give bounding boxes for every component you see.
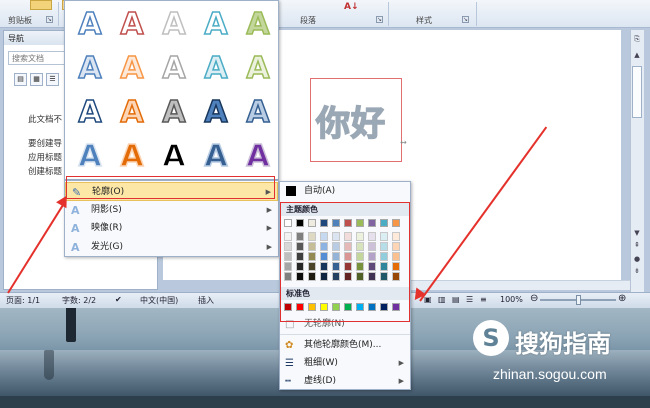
next-page-icon[interactable]: ⇟ <box>631 266 643 276</box>
person-silhouette <box>66 302 76 342</box>
more-colors-item[interactable]: ✿ 其他轮廓颜色(M)... <box>280 336 410 355</box>
wordart-style-option[interactable]: A <box>70 93 110 133</box>
paste-icon[interactable] <box>30 0 52 10</box>
status-language[interactable]: 中文(中国) <box>140 295 178 306</box>
wordart-gallery: AAAAAAAAAAAAAAAAAAAA <box>64 0 279 180</box>
wordart-style-option[interactable]: A <box>70 137 110 177</box>
auto-color-swatch <box>286 186 296 196</box>
wordart-style-option[interactable]: A <box>238 137 278 177</box>
ribbon-group-paragraph: 段落 <box>300 16 316 25</box>
wordart-style-option[interactable]: A <box>196 49 236 89</box>
menu-item-label: 发光(G) <box>91 242 123 252</box>
sogou-logo-icon: S <box>473 320 509 356</box>
nav-text-line: 此文档不 <box>28 115 63 125</box>
chevron-right-icon: ▶ <box>398 359 404 367</box>
nav-tab-headings-icon[interactable]: ▤ <box>14 73 27 86</box>
ribbon-group-clipboard: 剪贴板 <box>8 16 32 25</box>
prev-page-icon[interactable]: ⇞ <box>631 240 643 250</box>
wordart-style-option[interactable]: A <box>154 5 194 45</box>
zoom-slider-thumb[interactable] <box>576 295 581 305</box>
wordart-style-option[interactable]: A <box>196 5 236 45</box>
zoom-level[interactable]: 100% <box>500 295 523 304</box>
zoom-in-icon[interactable]: ⊕ <box>618 293 626 304</box>
ribbon-group-styles: 样式 <box>416 16 432 25</box>
wordart-style-option[interactable]: A <box>238 49 278 89</box>
weight-item[interactable]: ☰ 粗细(W) ▶ <box>280 354 410 373</box>
nav-tab-pages-icon[interactable]: ▦ <box>30 73 43 86</box>
ribbon-separator <box>476 2 477 26</box>
view-print-layout-icon[interactable]: ▣ <box>424 295 432 304</box>
dashes-item[interactable]: ┅ 虚线(D) ▶ <box>280 372 410 391</box>
wordart-style-option[interactable]: A <box>70 49 110 89</box>
watermark-title: 搜狗指南 <box>515 330 611 358</box>
sort-icon[interactable]: A↓ <box>344 2 359 12</box>
chevron-right-icon: ▶ <box>266 243 272 251</box>
wordart-style-option[interactable]: A <box>154 93 194 133</box>
person-reflection <box>44 350 54 380</box>
wordart-style-option[interactable]: A <box>238 5 278 45</box>
wordart-style-option[interactable]: A <box>112 93 152 133</box>
highlight-color-grid <box>280 202 410 322</box>
weight-label: 粗细(W) <box>304 358 338 368</box>
scroll-up-icon[interactable]: ▲ <box>631 50 643 60</box>
view-draft-icon[interactable]: ≡ <box>480 295 487 304</box>
wordart-style-option[interactable]: A <box>154 49 194 89</box>
ribbon-separator <box>58 2 59 26</box>
status-page[interactable]: 页面: 1/1 <box>6 295 40 306</box>
nav-text-line: 应用标题 <box>28 153 63 163</box>
reflection-a-icon: A <box>71 222 80 235</box>
wordart-style-option[interactable]: A <box>196 93 236 133</box>
menu-item-shadow[interactable]: A 阴影(S) ▶ <box>65 201 278 220</box>
scroll-thumb[interactable] <box>632 66 642 118</box>
paragraph-launcher-icon[interactable]: ↘ <box>376 16 383 23</box>
dash-style-icon: ┅ <box>285 376 292 387</box>
highlight-outline-item <box>66 176 275 199</box>
dashes-label: 虚线(D) <box>304 376 336 386</box>
shadow-a-icon: A <box>71 204 80 217</box>
zoom-out-icon[interactable]: ⊖ <box>530 293 538 304</box>
line-weight-icon: ☰ <box>285 358 294 369</box>
wordart-style-option[interactable]: A <box>196 137 236 177</box>
shore <box>0 396 650 408</box>
menu-item-label: 映像(R) <box>91 223 123 233</box>
chevron-right-icon: ▶ <box>266 206 272 214</box>
view-reading-icon[interactable]: ▥ <box>438 295 446 304</box>
status-words[interactable]: 字数: 2/2 <box>62 295 96 306</box>
clipboard-launcher-icon[interactable]: ↘ <box>46 16 53 23</box>
wordart-style-option[interactable]: A <box>112 5 152 45</box>
wordart-style-option[interactable]: A <box>154 137 194 177</box>
wordart-style-option[interactable]: A <box>70 5 110 45</box>
menu-item-label: 阴影(S) <box>91 205 122 215</box>
browse-object-icon[interactable]: ● <box>631 254 643 264</box>
menu-divider <box>280 334 410 335</box>
nav-tab-results-icon[interactable]: ☰ <box>46 73 59 86</box>
chevron-right-icon: ▶ <box>398 377 404 385</box>
view-outline-icon[interactable]: ☰ <box>466 295 473 304</box>
wordart-style-option[interactable]: A <box>238 93 278 133</box>
wordart-text[interactable]: 你好 <box>315 96 386 145</box>
palette-icon: ✿ <box>285 340 294 351</box>
chevron-right-icon: ▶ <box>266 224 272 232</box>
menu-item-glow[interactable]: A 发光(G) ▶ <box>65 238 278 257</box>
more-colors-label: 其他轮廓颜色(M)... <box>304 340 382 350</box>
cursor-icon: ↔ <box>400 138 407 147</box>
menu-item-reflection[interactable]: A 映像(R) ▶ <box>65 219 278 238</box>
nav-text-line: 创建标题 <box>28 167 63 177</box>
status-mode[interactable]: 插入 <box>198 295 214 306</box>
glow-a-icon: A <box>71 241 80 254</box>
ruler-toggle-icon[interactable]: ⎘ <box>631 34 643 44</box>
wordart-style-option[interactable]: A <box>112 49 152 89</box>
view-web-icon[interactable]: ▤ <box>452 295 460 304</box>
ribbon-separator <box>388 2 389 26</box>
styles-launcher-icon[interactable]: ↘ <box>462 16 469 23</box>
scroll-down-icon[interactable]: ▼ <box>631 228 643 238</box>
outline-auto-item[interactable]: 自动(A) <box>280 182 410 201</box>
spellcheck-icon[interactable]: ✔ <box>115 295 122 304</box>
outline-auto-label: 自动(A) <box>304 186 336 196</box>
watermark-url: zhinan.sogou.com <box>493 366 607 382</box>
nav-text-line: 要创建导 <box>28 139 63 149</box>
wordart-style-option[interactable]: A <box>112 137 152 177</box>
